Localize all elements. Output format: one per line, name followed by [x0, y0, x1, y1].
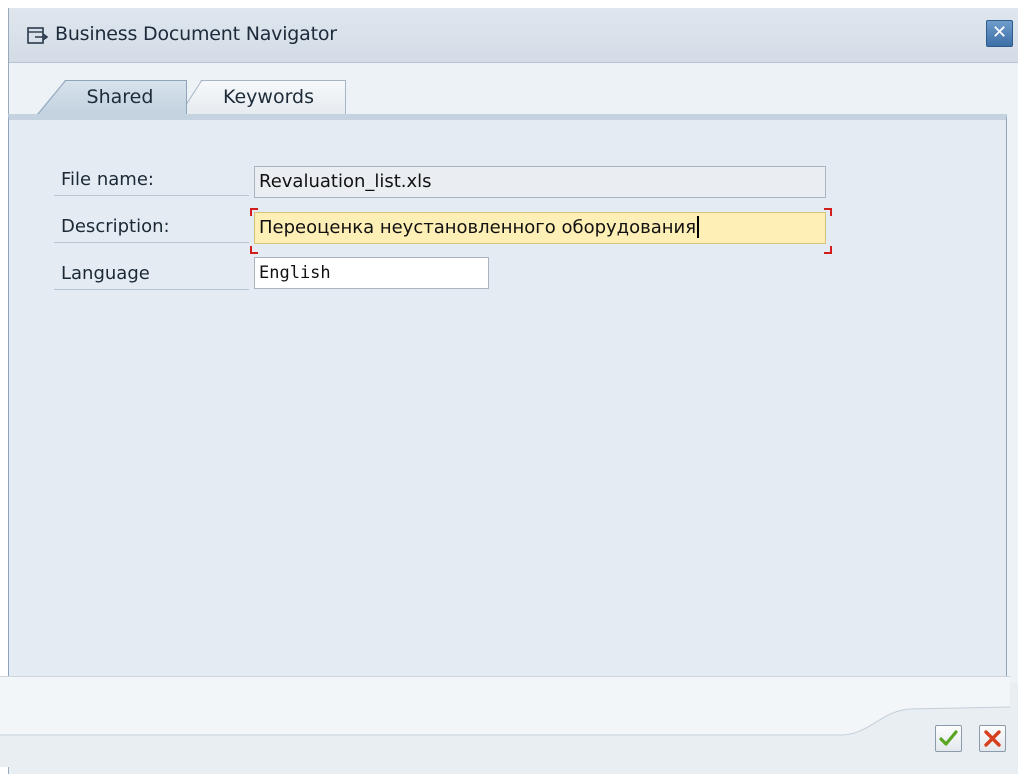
- description-value: Переоценка неустановленного оборудования: [259, 217, 697, 238]
- focus-marker: [824, 208, 832, 216]
- language-label: Language: [54, 260, 249, 290]
- text-cursor: [697, 216, 700, 238]
- window-title: Business Document Navigator: [55, 23, 337, 45]
- cancel-button[interactable]: [979, 725, 1006, 752]
- file-name-field: Revaluation_list.xls: [254, 166, 826, 198]
- external-window-icon: [27, 26, 49, 46]
- confirm-button[interactable]: [935, 725, 962, 752]
- title-bar: Business Document Navigator ✕: [9, 8, 1018, 63]
- footer-decoration: [0, 706, 1010, 767]
- description-input[interactable]: Переоценка неустановленного оборудования: [254, 212, 826, 244]
- language-input[interactable]: English: [254, 257, 489, 289]
- close-button[interactable]: ✕: [986, 20, 1013, 47]
- tab-panel-shared: [8, 114, 1007, 678]
- description-label: Description:: [54, 213, 249, 243]
- cancel-x-icon: [984, 730, 1001, 747]
- tab-keywords-label: Keywords: [222, 86, 315, 108]
- focus-marker: [250, 246, 258, 254]
- tab-shared-label: Shared: [86, 86, 154, 108]
- file-name-label: File name:: [54, 166, 249, 196]
- footer-bar: [0, 676, 1010, 767]
- close-icon: ✕: [991, 22, 1008, 43]
- tab-keywords[interactable]: Keywords: [179, 80, 346, 114]
- focus-marker: [824, 246, 832, 254]
- checkmark-icon: [939, 730, 958, 746]
- focus-marker: [250, 208, 258, 216]
